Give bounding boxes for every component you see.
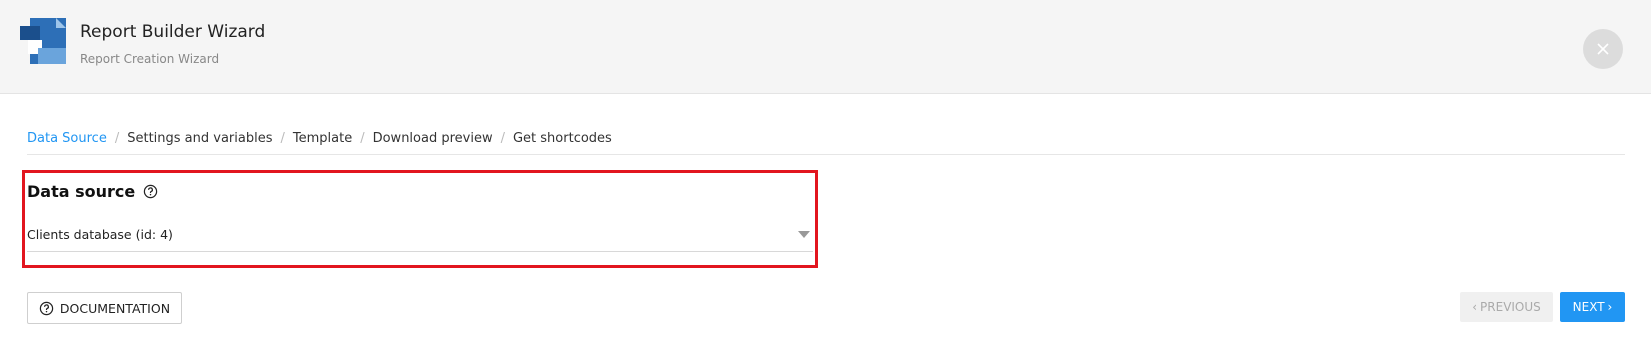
step-settings-and-variables[interactable]: Settings and variables — [127, 131, 272, 146]
question-circle-icon[interactable] — [143, 184, 158, 199]
breadcrumb-separator: / — [114, 131, 120, 146]
app-title: Report Builder Wizard — [80, 22, 266, 42]
chevron-right-icon: › — [1607, 300, 1613, 314]
step-template[interactable]: Template — [293, 131, 352, 146]
step-data-source[interactable]: Data Source — [27, 131, 107, 146]
app-subtitle: Report Creation Wizard — [80, 52, 220, 66]
report-builder-logo-icon — [20, 18, 66, 64]
next-label: NEXT — [1572, 300, 1605, 314]
wizard-header: Report Builder Wizard Report Creation Wi… — [0, 0, 1651, 94]
previous-button[interactable]: ‹ PREVIOUS — [1460, 292, 1553, 322]
breadcrumb-separator: / — [360, 131, 365, 146]
next-button[interactable]: NEXT › — [1560, 292, 1625, 322]
breadcrumb-separator: / — [280, 131, 285, 146]
documentation-label: DOCUMENTATION — [59, 300, 171, 316]
data-source-selected-value: Clients database (id: 4) — [27, 227, 173, 242]
data-source-heading: Data source — [27, 182, 158, 201]
breadcrumb-separator: / — [500, 131, 505, 146]
step-download-preview[interactable]: Download preview — [373, 131, 493, 146]
chevron-left-icon: ‹ — [1472, 300, 1478, 314]
step-get-shortcodes[interactable]: Get shortcodes — [513, 131, 612, 146]
data-source-select[interactable]: Clients database (id: 4) — [27, 225, 813, 252]
documentation-button[interactable]: DOCUMENTATION — [27, 292, 182, 324]
breadcrumb-divider — [27, 154, 1625, 155]
close-button[interactable] — [1583, 29, 1623, 69]
previous-label: PREVIOUS — [1480, 300, 1541, 314]
wizard-breadcrumb: Data Source / Settings and variables / T… — [27, 131, 612, 146]
question-circle-icon — [39, 301, 54, 315]
close-icon — [1597, 43, 1609, 55]
data-source-title: Data source — [27, 182, 136, 201]
caret-down-icon — [798, 231, 810, 238]
